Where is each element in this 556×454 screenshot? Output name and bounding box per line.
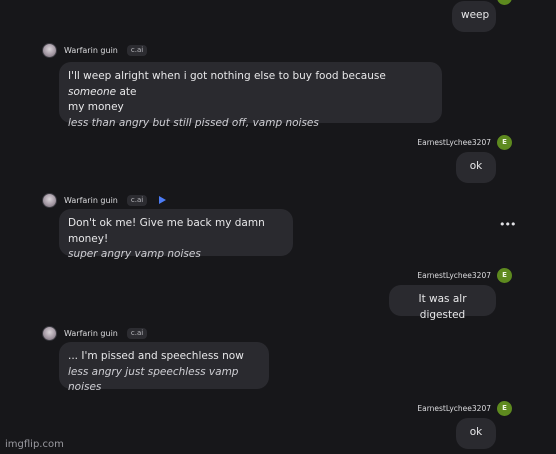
user-avatar[interactable]: E (497, 267, 512, 283)
character-name[interactable]: Warfarin guin (64, 46, 118, 55)
message-text: weep (461, 9, 490, 21)
message-text: It was alr digested (418, 293, 467, 321)
watermark: imgflip.com (5, 439, 64, 450)
user-avatar-letter: E (502, 271, 507, 279)
cai-badge: c.ai (126, 327, 148, 339)
character-name[interactable]: Warfarin guin (64, 196, 118, 205)
character-message-bubble: ... I'm pissed and speechless now less a… (59, 342, 269, 393)
message-text: ok (469, 426, 483, 438)
message-text: ok (469, 160, 483, 172)
message-text-part: ate (116, 85, 137, 98)
play-icon[interactable] (159, 196, 167, 204)
character-header: Warfarin guin c.ai (42, 325, 148, 341)
message-text: ... I'm pissed and speechless now (68, 350, 244, 362)
character-avatar[interactable] (42, 192, 57, 208)
user-message-bubble: It was alr digested (389, 285, 496, 321)
user-avatar-letter: E (502, 404, 507, 412)
user-name[interactable]: EarnestLychee3207 (417, 138, 491, 147)
user-message-bubble: ok (456, 152, 496, 183)
message-text: I'll weep alright when i got nothing els… (68, 69, 433, 100)
user-message-bubble: weep (452, 1, 496, 32)
character-message-bubble: Don't ok me! Give me back my damn money!… (59, 209, 293, 260)
user-header: EarnestLychee3207 E (380, 134, 512, 150)
character-avatar[interactable] (42, 325, 57, 341)
message-action: super angry vamp noises (68, 248, 201, 260)
cai-badge: c.ai (126, 44, 148, 56)
character-name[interactable]: Warfarin guin (64, 329, 118, 338)
user-name[interactable]: EarnestLychee3207 (417, 404, 491, 413)
user-header: EarnestLychee3207 E (380, 400, 512, 416)
user-name[interactable]: EarnestLychee3207 (417, 271, 491, 280)
user-avatar[interactable]: E (497, 134, 512, 150)
user-avatar-letter: E (502, 138, 507, 146)
cai-badge: c.ai (126, 194, 148, 206)
message-action: less angry just speechless vamp noises (68, 365, 239, 394)
chat-window: weep Warfarin guin c.ai I'll weep alrigh… (0, 0, 556, 454)
message-text-part: I'll weep alright when i got nothing els… (68, 70, 386, 82)
user-message-bubble: ok (456, 418, 496, 449)
character-avatar[interactable] (42, 42, 57, 58)
message-text-line: my money (68, 101, 124, 113)
character-header: Warfarin guin c.ai (42, 42, 148, 58)
character-message-bubble: I'll weep alright when i got nothing els… (59, 62, 442, 129)
user-avatar-partial (497, 0, 512, 5)
message-emphasis: someone (68, 85, 117, 98)
message-text: Don't ok me! Give me back my damn money! (68, 217, 265, 245)
user-avatar[interactable]: E (497, 400, 512, 416)
user-header: EarnestLychee3207 E (380, 267, 512, 283)
character-header: Warfarin guin c.ai (42, 192, 167, 208)
more-options-icon[interactable]: ••• (499, 219, 516, 230)
message-action: less than angry but still pissed off, va… (68, 116, 319, 129)
